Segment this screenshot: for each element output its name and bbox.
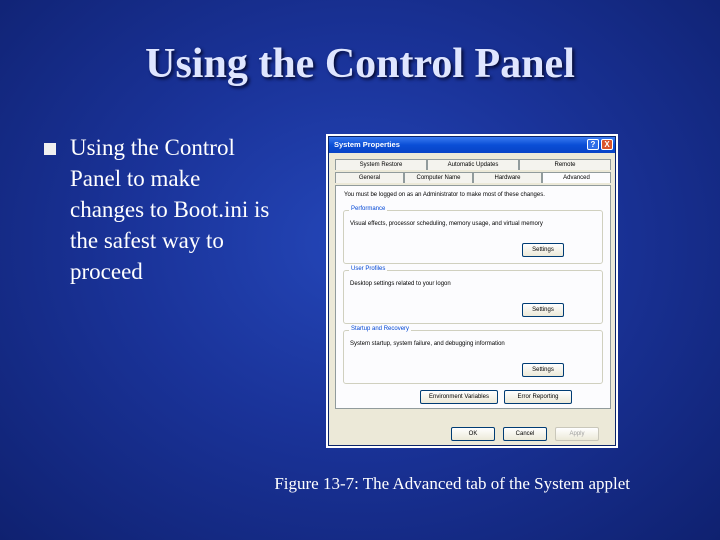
- tab-automatic-updates[interactable]: Automatic Updates: [427, 159, 519, 170]
- error-reporting-button[interactable]: Error Reporting: [504, 390, 572, 404]
- startup-recovery-settings-button[interactable]: Settings: [522, 363, 564, 377]
- user-profiles-settings-button[interactable]: Settings: [522, 303, 564, 317]
- system-properties-window: System Properties ? X System Restore Aut…: [328, 136, 616, 446]
- tab-row-1: System Restore Automatic Updates Remote: [335, 159, 611, 170]
- admin-note: You must be logged on as an Administrato…: [344, 192, 545, 198]
- user-profiles-label: User Profiles: [349, 266, 388, 272]
- user-profiles-description: Desktop settings related to your logon: [350, 281, 451, 287]
- performance-settings-button[interactable]: Settings: [522, 243, 564, 257]
- system-properties-screenshot: System Properties ? X System Restore Aut…: [326, 134, 618, 448]
- performance-description: Visual effects, processor scheduling, me…: [350, 221, 543, 227]
- startup-recovery-description: System startup, system failure, and debu…: [350, 341, 505, 347]
- tab-hardware[interactable]: Hardware: [473, 172, 542, 183]
- bullet-text: Using the Control Panel to make changes …: [70, 135, 270, 284]
- help-button[interactable]: ?: [587, 139, 599, 150]
- tab-remote[interactable]: Remote: [519, 159, 611, 170]
- environment-variables-button[interactable]: Environment Variables: [420, 390, 498, 404]
- tab-computer-name[interactable]: Computer Name: [404, 172, 473, 183]
- window-title: System Properties: [334, 140, 400, 149]
- advanced-tab-panel: You must be logged on as an Administrato…: [335, 185, 611, 409]
- window-titlebar: System Properties ? X: [329, 137, 615, 153]
- performance-group: Performance Visual effects, processor sc…: [343, 206, 603, 264]
- cancel-button[interactable]: Cancel: [503, 427, 547, 441]
- figure-caption: Figure 13-7: The Advanced tab of the Sys…: [274, 474, 630, 493]
- bullet-marker: [44, 143, 56, 155]
- tab-system-restore[interactable]: System Restore: [335, 159, 427, 170]
- tab-general[interactable]: General: [335, 172, 404, 183]
- close-button[interactable]: X: [601, 139, 613, 150]
- tab-row-2: General Computer Name Hardware Advanced: [335, 172, 611, 183]
- performance-label: Performance: [349, 206, 388, 212]
- apply-button[interactable]: Apply: [555, 427, 599, 441]
- user-profiles-group: User Profiles Desktop settings related t…: [343, 266, 603, 324]
- startup-recovery-group: Startup and Recovery System startup, sys…: [343, 326, 603, 384]
- tab-advanced[interactable]: Advanced: [542, 172, 611, 183]
- slide-title: Using the Control Panel: [145, 41, 575, 87]
- ok-button[interactable]: OK: [451, 427, 495, 441]
- startup-recovery-label: Startup and Recovery: [349, 326, 412, 332]
